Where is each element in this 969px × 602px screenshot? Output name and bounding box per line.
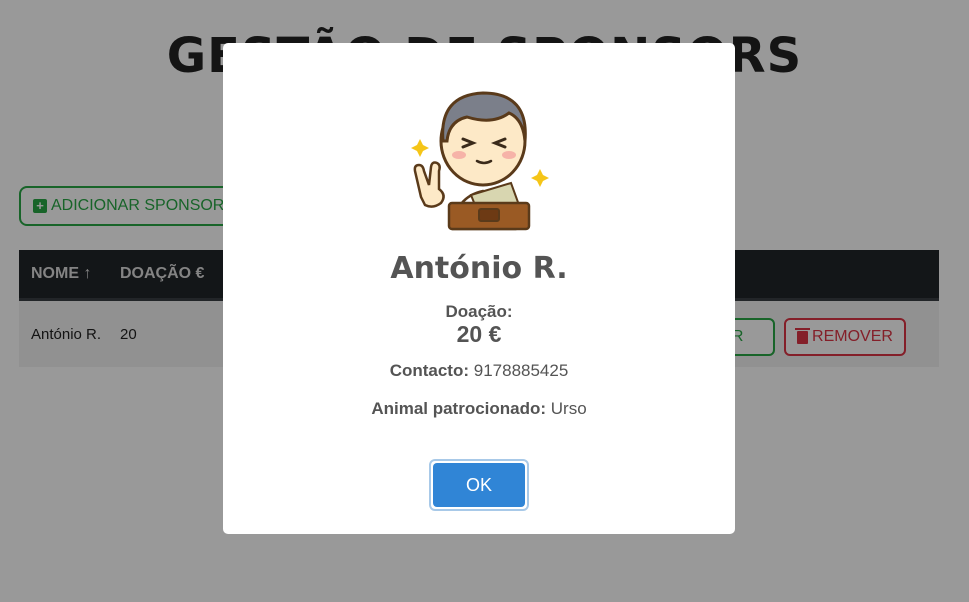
animal-label: Animal patrocionado: (371, 399, 547, 418)
contact-value: 9178885425 (473, 361, 569, 380)
contact-label: Contacto: (389, 361, 470, 380)
contact-line: Contacto: 9178885425 (223, 361, 735, 381)
sponsor-details-modal: António R. Doação: 20 € Contacto: 917888… (223, 43, 735, 534)
person-with-wallet-icon (411, 91, 549, 231)
ok-button-focus-ring: OK (429, 459, 529, 511)
sponsor-name: António R. (390, 251, 568, 286)
animal-line: Animal patrocionado: Urso (223, 399, 735, 419)
ok-button[interactable]: OK (433, 463, 525, 507)
donation-label: Doação: (445, 302, 513, 321)
donation-value: 20 € (456, 321, 502, 347)
animal-value: Urso (550, 399, 587, 418)
